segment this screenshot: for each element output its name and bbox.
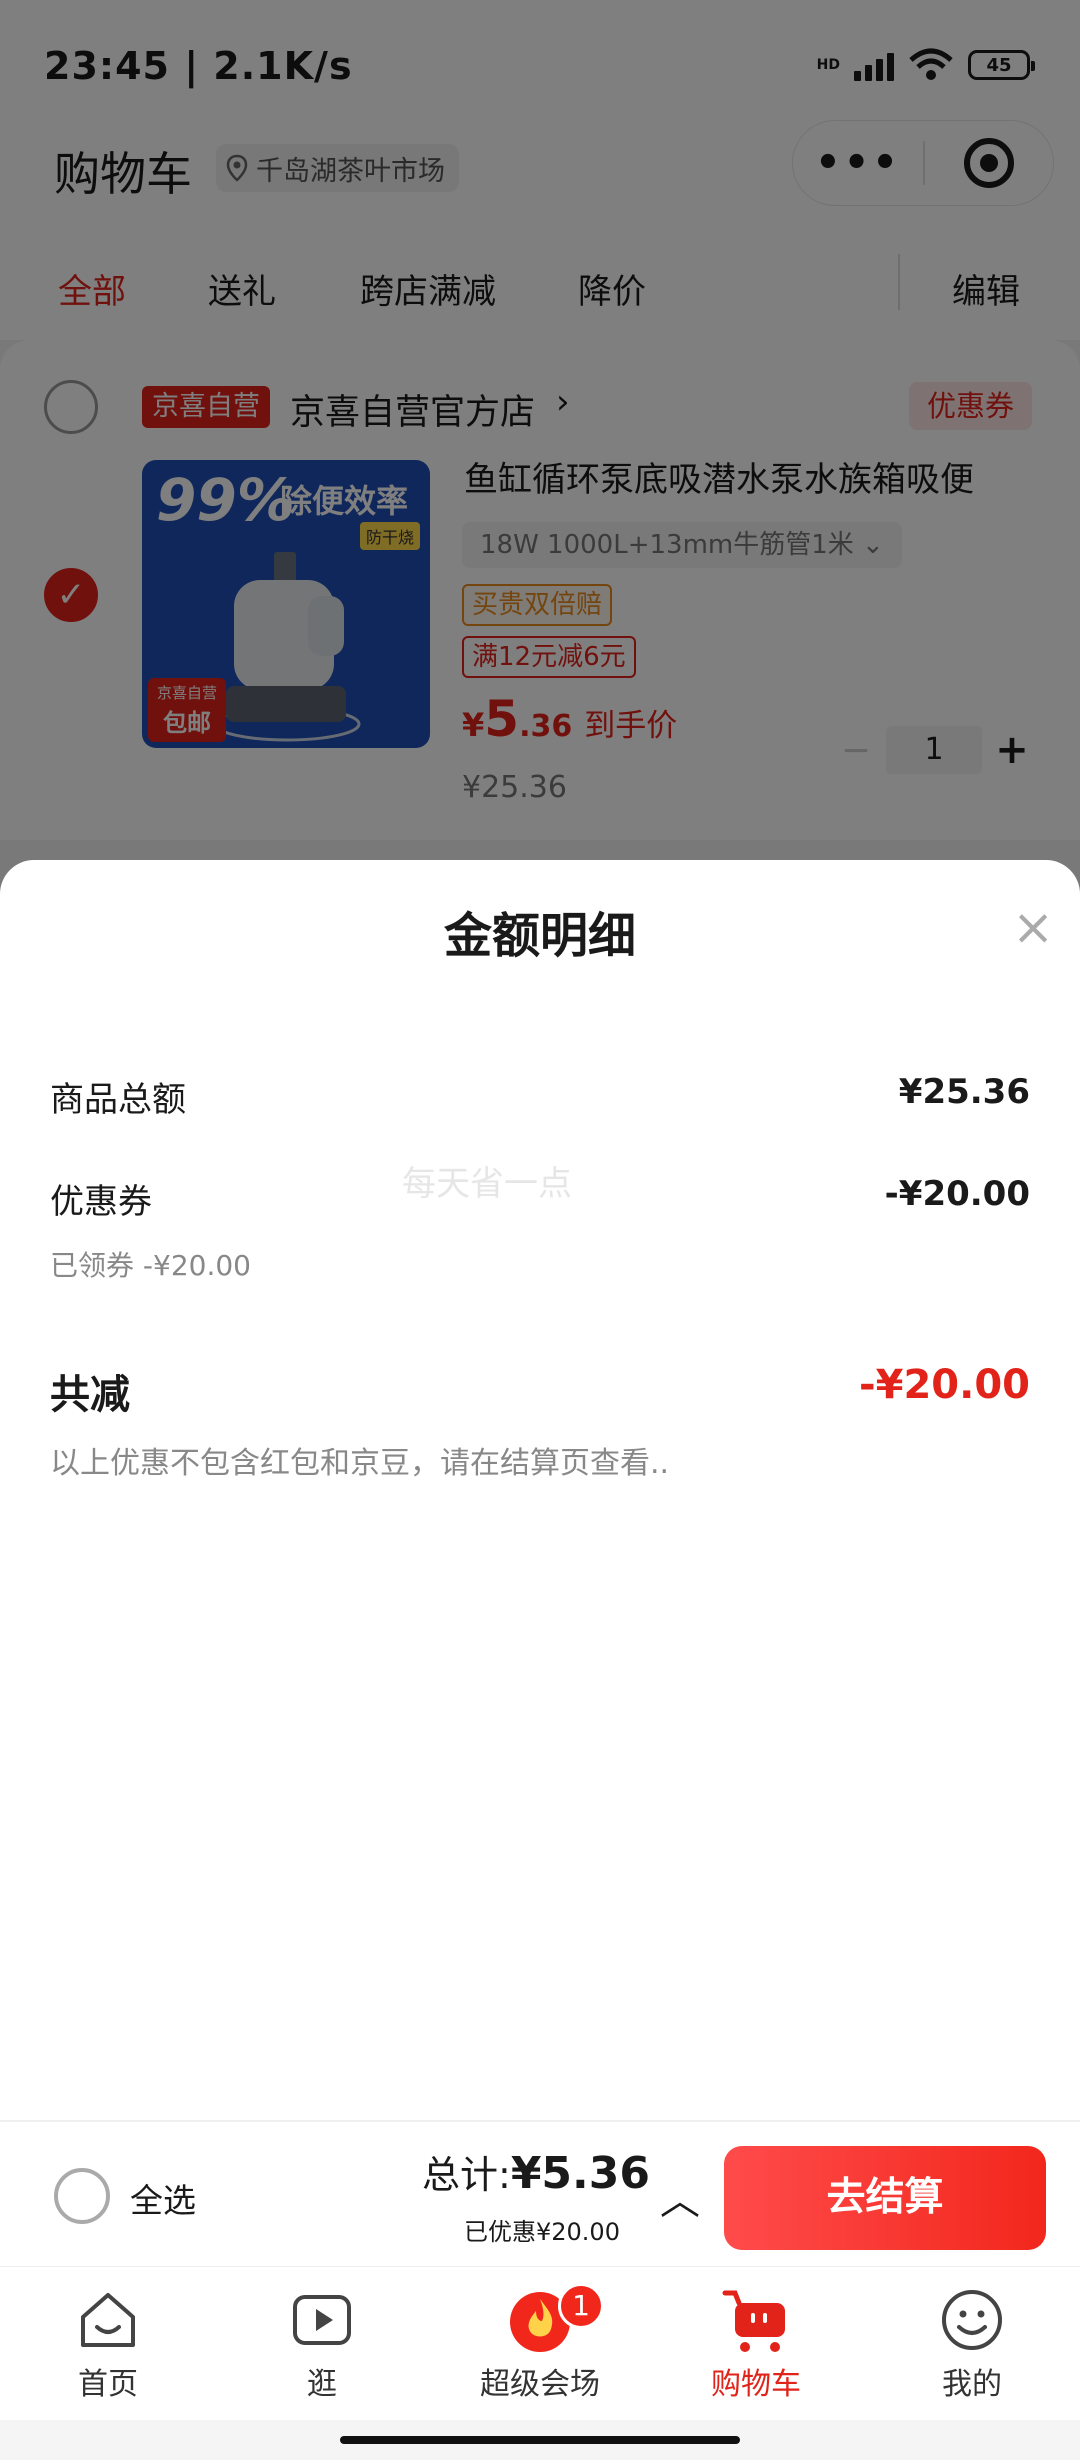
chevron-up-icon[interactable]: ︿ xyxy=(660,2168,700,2226)
tabbar-home[interactable]: 首页 xyxy=(28,2285,188,2403)
tabbar-label: 超级会场 xyxy=(480,2367,600,2402)
total-value: ¥5.36 xyxy=(510,2148,650,2199)
smile-icon xyxy=(937,2285,1007,2355)
goods-total-value: ¥25.36 xyxy=(898,1072,1030,1112)
sheet-title: 金额明细 xyxy=(443,908,636,964)
select-all-label[interactable]: 全选 xyxy=(130,2174,196,2222)
total-discount-label: 共减 xyxy=(50,1372,130,1418)
coupon-label: 优惠券 xyxy=(50,1182,152,1222)
cart-icon xyxy=(721,2285,791,2355)
tabbar-label: 逛 xyxy=(307,2367,337,2402)
home-indicator[interactable] xyxy=(340,2436,740,2444)
tabbar-label: 购物车 xyxy=(711,2367,801,2402)
goods-total-label: 商品总额 xyxy=(50,1080,186,1120)
coupon-value: -¥20.00 xyxy=(884,1174,1030,1214)
discount-note: 以上优惠不包含红包和京豆，请在结算页查看.. xyxy=(50,1446,670,1481)
saved-amount: 已优惠¥20.00 xyxy=(464,2218,620,2246)
tabbar-super-venue[interactable]: 1 超级会场 xyxy=(460,2283,620,2403)
checkout-bar: 全选 总计: ¥5.36 已优惠¥20.00 ︿ 去结算 xyxy=(0,2120,1080,2266)
play-icon xyxy=(287,2285,357,2355)
total-discount-value: -¥20.00 xyxy=(859,1362,1030,1408)
tabbar-label: 我的 xyxy=(942,2367,1002,2402)
tabbar-label: 首页 xyxy=(78,2367,138,2402)
coupon-received-note: 已领券 -¥20.00 xyxy=(50,1249,251,1282)
tabbar-cart[interactable]: 购物车 xyxy=(676,2285,836,2403)
select-all-radio[interactable] xyxy=(54,2168,110,2224)
close-icon[interactable]: × xyxy=(1012,898,1054,956)
tabbar-mine[interactable]: 我的 xyxy=(892,2285,1052,2403)
home-icon xyxy=(73,2285,143,2355)
checkout-button[interactable]: 去结算 xyxy=(724,2146,1046,2250)
notification-badge: 1 xyxy=(558,2283,604,2329)
watermark-text: 每天省一点 xyxy=(402,1164,572,1204)
total-label: 总计: xyxy=(422,2153,511,2197)
tabbar-explore[interactable]: 逛 xyxy=(242,2285,402,2403)
total-price: 总计: ¥5.36 xyxy=(422,2144,650,2199)
bottom-tab-bar: 首页 逛 1 超级会场 购物车 我的 xyxy=(0,2266,1080,2420)
